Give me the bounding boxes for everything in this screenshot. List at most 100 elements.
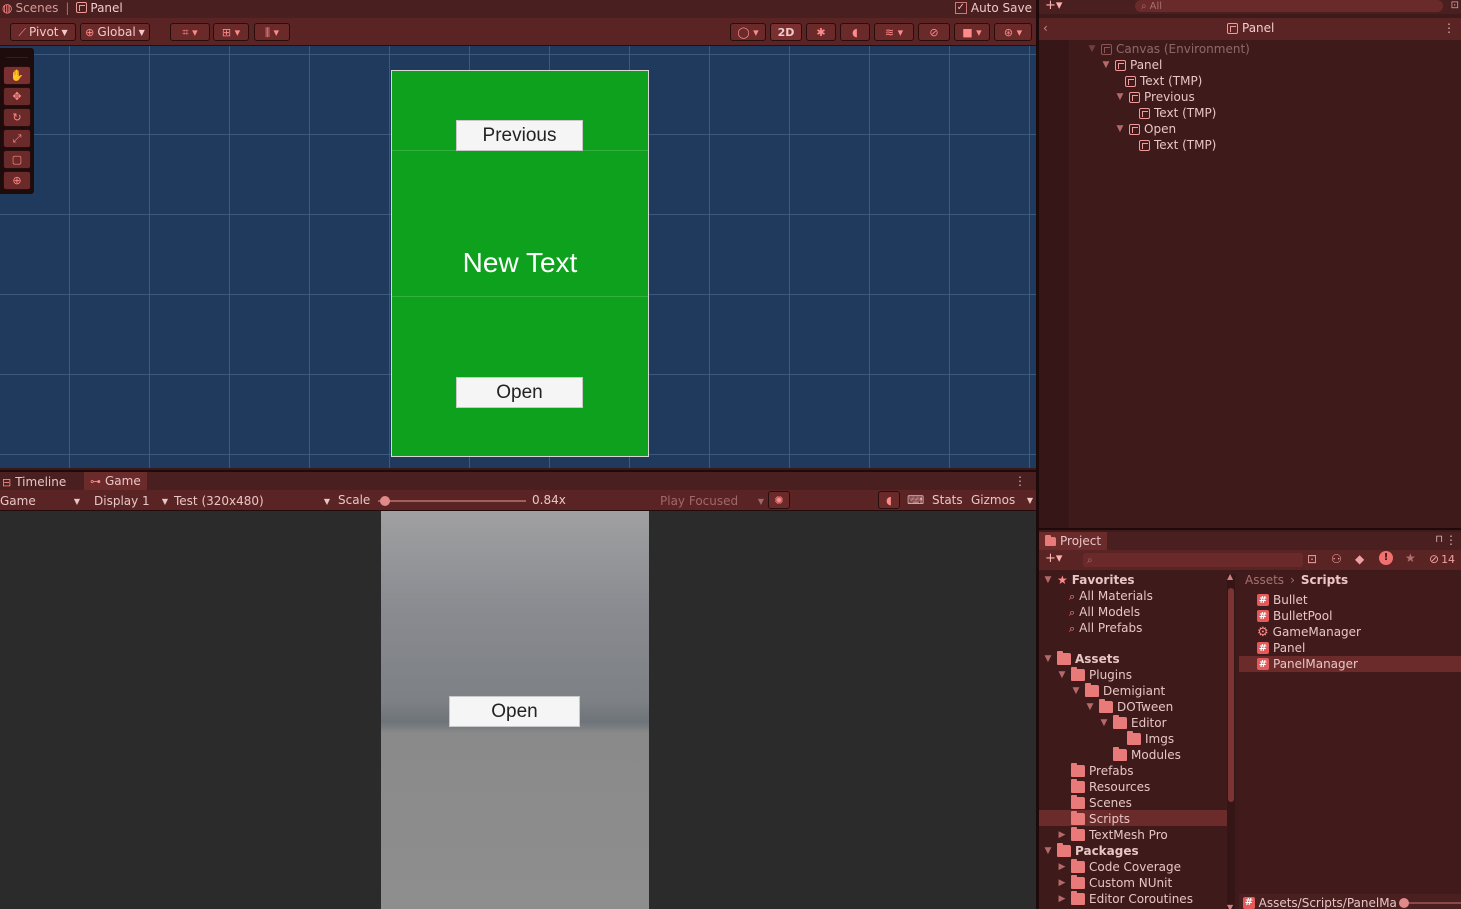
icon-size-slider-handle[interactable] bbox=[1398, 897, 1409, 908]
global-dropdown[interactable]: ⊕ Global ▼ bbox=[80, 23, 150, 41]
shading-mode-button[interactable]: ◯ ▾ bbox=[730, 23, 766, 41]
expand-arrow-icon[interactable]: ▼ bbox=[1115, 124, 1125, 134]
visibility-toggle[interactable]: ⊘ bbox=[918, 23, 950, 41]
folder-item[interactable]: Prefabs bbox=[1071, 763, 1134, 779]
keyboard-icon[interactable]: ⌨ bbox=[907, 493, 924, 507]
game-view[interactable]: Open bbox=[0, 511, 1036, 909]
panel-tab[interactable]: Panel bbox=[90, 1, 122, 15]
favorites-header[interactable]: ▼ ★ Favorites bbox=[1043, 572, 1135, 588]
palette-handle[interactable] bbox=[6, 48, 28, 58]
play-focused-dropdown[interactable]: Play Focused ▼ bbox=[660, 493, 764, 509]
stats-button[interactable]: Stats bbox=[932, 493, 963, 507]
mute-audio-button[interactable]: ◖ bbox=[878, 491, 900, 509]
search-by-type-icon[interactable]: ⊡ bbox=[1307, 552, 1317, 566]
package-item[interactable]: ▶ Custom NUnit bbox=[1057, 875, 1172, 891]
package-item[interactable]: ▶ Code Coverage bbox=[1057, 859, 1181, 875]
tab-game[interactable]: ⊶ Game bbox=[84, 472, 147, 490]
favorite-item[interactable]: ⌕ All Models bbox=[1069, 604, 1140, 620]
pivot-dropdown[interactable]: ⟋ Pivot ▼ bbox=[10, 23, 76, 41]
folder-item[interactable]: Imgs bbox=[1127, 731, 1174, 747]
audio-toggle[interactable]: ◖ bbox=[840, 23, 870, 41]
scale-slider[interactable] bbox=[378, 496, 526, 506]
resolution-dropdown[interactable]: Test (320x480) ▼ bbox=[174, 493, 330, 509]
icon-size-slider[interactable] bbox=[1398, 897, 1461, 908]
open-button[interactable]: Open bbox=[456, 377, 583, 408]
expand-arrow-icon[interactable]: ▼ bbox=[1071, 686, 1081, 696]
lock-icon[interactable]: ⊓ bbox=[1435, 534, 1443, 545]
expand-arrow-icon[interactable]: ▼ bbox=[1043, 575, 1053, 585]
more-options-icon[interactable]: ⋮ bbox=[1014, 474, 1026, 488]
search-options-icon[interactable]: ⊡ bbox=[1451, 0, 1459, 11]
hierarchy-item[interactable]: Text (TMP) bbox=[1125, 73, 1202, 89]
hierarchy-search-input[interactable]: ⌕ All bbox=[1135, 0, 1443, 12]
expand-arrow-icon[interactable]: ▼ bbox=[1043, 846, 1053, 856]
lighting-toggle[interactable]: ✱ bbox=[806, 23, 836, 41]
hierarchy-item[interactable]: ▼ Panel bbox=[1101, 57, 1163, 73]
folder-item[interactable]: Modules bbox=[1113, 747, 1181, 763]
expand-arrow-icon[interactable]: ▶ bbox=[1057, 878, 1067, 888]
hierarchy-item[interactable]: ▼ Open bbox=[1115, 121, 1177, 137]
expand-arrow-icon[interactable]: ▼ bbox=[1101, 60, 1111, 70]
warning-icon[interactable]: ! bbox=[1379, 551, 1393, 565]
gizmos-dropdown[interactable]: Gizmos ▼ bbox=[971, 493, 1033, 507]
file-item[interactable]: # Panel bbox=[1257, 640, 1305, 656]
tab-timeline[interactable]: ⊟ Timeline bbox=[2, 474, 66, 490]
favorite-star-icon[interactable]: ★ bbox=[1405, 551, 1416, 565]
more-options-icon[interactable]: ⋮ bbox=[1443, 21, 1455, 35]
folder-item[interactable]: Scenes bbox=[1071, 795, 1132, 811]
display-dropdown[interactable]: Display 1 ▼ bbox=[94, 493, 168, 509]
rect-tool[interactable]: ▢ bbox=[3, 150, 31, 169]
label-icon[interactable]: ◆ bbox=[1355, 552, 1364, 566]
hidden-packages-toggle[interactable]: ⊘ 14 bbox=[1429, 552, 1455, 566]
tab-project[interactable]: Project bbox=[1039, 532, 1108, 550]
folder-item[interactable]: ▼ DOTween bbox=[1085, 699, 1173, 715]
folder-item[interactable]: ▶ TextMesh Pro bbox=[1057, 827, 1168, 843]
gizmos-scene-button[interactable]: ⊛ ▾ bbox=[994, 23, 1032, 41]
auto-save-checkbox[interactable]: ✓ bbox=[954, 1, 967, 14]
scene-view[interactable]: ✋ ✥ ↻ ⤢ ▢ ⊕ Previous New Text Open bbox=[0, 46, 1036, 468]
hierarchy-item[interactable]: Text (TMP) bbox=[1139, 105, 1216, 121]
file-item-selected[interactable]: # PanelManager bbox=[1257, 656, 1358, 672]
game-open-button[interactable]: Open bbox=[449, 696, 580, 727]
previous-button[interactable]: Previous bbox=[456, 120, 583, 151]
project-search-input[interactable]: ⌕ bbox=[1083, 553, 1303, 567]
scale-slider-handle[interactable] bbox=[380, 496, 391, 506]
folder-item[interactable]: ▼ Editor bbox=[1099, 715, 1167, 731]
assets-header[interactable]: ▼ Assets bbox=[1043, 651, 1120, 667]
scale-tool[interactable]: ⤢ bbox=[3, 129, 31, 148]
expand-arrow-icon[interactable]: ▶ bbox=[1057, 894, 1067, 904]
snap-increment-button[interactable]: ⊞ ▾ bbox=[213, 23, 249, 41]
grid-snap-button[interactable]: ⌗ ▾ bbox=[170, 23, 210, 41]
breadcrumb-assets[interactable]: Assets bbox=[1245, 573, 1284, 587]
file-item[interactable]: # BulletPool bbox=[1257, 608, 1332, 624]
expand-arrow-icon[interactable]: ▼ bbox=[1085, 702, 1095, 712]
scrollbar-thumb[interactable] bbox=[1228, 588, 1234, 802]
package-item[interactable]: ▶ Editor Coroutines bbox=[1057, 891, 1193, 907]
packages-header[interactable]: ▼ Packages bbox=[1043, 843, 1139, 859]
expand-arrow-icon[interactable]: ▼ bbox=[1099, 718, 1109, 728]
folder-item[interactable]: ▼ Demigiant bbox=[1071, 683, 1165, 699]
add-icon[interactable]: +▾ bbox=[1045, 0, 1062, 13]
2d-toggle[interactable]: 2D bbox=[770, 23, 802, 41]
folder-item[interactable]: ▼ Plugins bbox=[1057, 667, 1132, 683]
rotate-tool[interactable]: ↻ bbox=[3, 108, 31, 127]
expand-arrow-icon[interactable]: ▶ bbox=[1057, 862, 1067, 872]
expand-arrow-icon[interactable]: ▼ bbox=[1115, 92, 1125, 102]
more-options-icon[interactable]: ⋮ bbox=[1445, 533, 1457, 547]
expand-arrow-icon[interactable]: ▼ bbox=[1087, 44, 1097, 54]
ui-panel[interactable]: Previous New Text Open bbox=[391, 70, 649, 457]
folder-item-selected[interactable]: Scripts bbox=[1071, 811, 1130, 827]
breadcrumb-scripts[interactable]: Scripts bbox=[1301, 573, 1348, 587]
expand-arrow-icon[interactable]: ▶ bbox=[1057, 830, 1067, 840]
add-icon[interactable]: +▾ bbox=[1045, 551, 1062, 566]
camera-button[interactable]: ■ ▾ bbox=[954, 23, 990, 41]
scroll-down-icon[interactable]: ▼ bbox=[1227, 903, 1233, 909]
effects-button[interactable]: ≋ ▾ bbox=[874, 23, 914, 41]
debug-button[interactable]: ✺ bbox=[768, 491, 790, 509]
back-arrow-icon[interactable]: ‹ bbox=[1043, 21, 1048, 35]
hierarchy-item[interactable]: ▼ Previous bbox=[1115, 89, 1195, 105]
scenes-tab[interactable]: Scenes bbox=[15, 1, 58, 15]
view-dropdown[interactable]: Game ▼ bbox=[0, 493, 84, 509]
hand-tool[interactable]: ✋ bbox=[3, 66, 31, 85]
folder-item[interactable]: Resources bbox=[1071, 779, 1150, 795]
